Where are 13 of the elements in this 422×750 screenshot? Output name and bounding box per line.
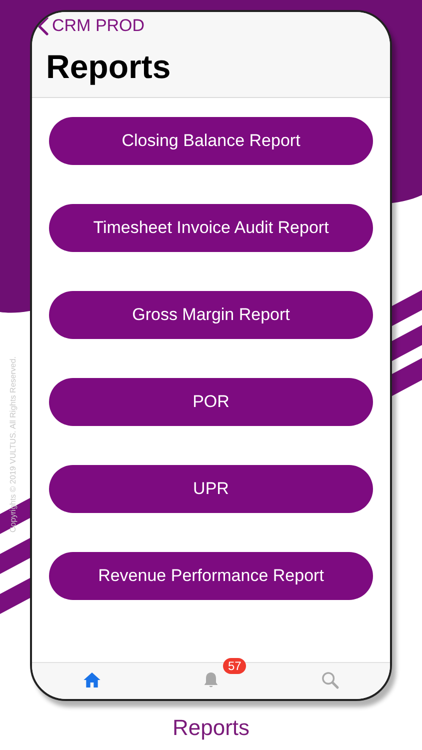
report-button[interactable]: Revenue Performance Report: [49, 552, 373, 600]
report-button[interactable]: Timesheet Invoice Audit Report: [49, 204, 373, 252]
report-button[interactable]: POR: [49, 378, 373, 426]
notification-count: 57: [222, 658, 246, 674]
search-icon: [320, 670, 340, 690]
report-button[interactable]: Closing Balance Report: [49, 117, 373, 165]
back-link[interactable]: CRM PROD: [37, 16, 145, 36]
caption-text: Reports: [172, 715, 250, 741]
page-title: Reports: [46, 48, 172, 86]
back-chevron-icon: [37, 16, 49, 36]
home-icon: [82, 670, 102, 690]
report-button[interactable]: UPR: [49, 465, 373, 513]
report-button[interactable]: Gross Margin Report: [49, 291, 373, 339]
